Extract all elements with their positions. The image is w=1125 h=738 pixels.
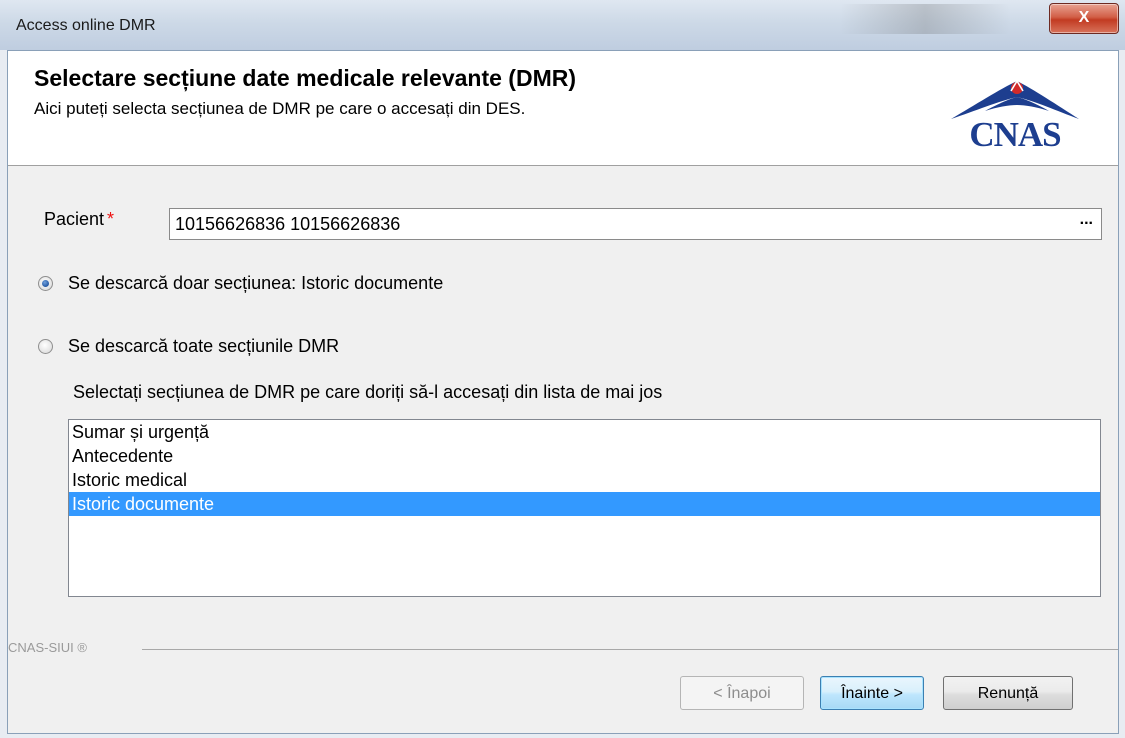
wizard-header: Selectare secțiune date medicale relevan… bbox=[8, 51, 1118, 166]
required-mark: * bbox=[107, 209, 115, 229]
list-item-medical-history[interactable]: Istoric medical bbox=[69, 468, 1100, 492]
footer-brand: CNAS-SIUI ® bbox=[8, 640, 87, 655]
window-title: Access online DMR bbox=[16, 17, 156, 34]
browse-patient-button[interactable]: ... bbox=[1080, 211, 1093, 229]
radio-download-history[interactable] bbox=[38, 276, 53, 291]
list-item-document-history[interactable]: Istoric documente bbox=[69, 492, 1100, 516]
list-caption: Selectați secțiunea de DMR pe care doriț… bbox=[73, 382, 663, 402]
option-download-history-label: Se descarcă doar secțiunea: Istoric docu… bbox=[68, 273, 444, 293]
section-listbox[interactable]: Sumar și urgență Antecedente Istoric med… bbox=[68, 419, 1101, 597]
list-item-antecedents[interactable]: Antecedente bbox=[69, 444, 1100, 468]
logo-text: CNAS bbox=[969, 115, 1061, 154]
close-icon: X bbox=[1078, 9, 1090, 26]
wizard-dialog: Selectare secțiune date medicale relevan… bbox=[7, 50, 1119, 734]
cnas-logo: CNAS bbox=[945, 75, 1095, 154]
list-item-summary[interactable]: Sumar și urgență bbox=[69, 420, 1100, 444]
titlebar-background-shade bbox=[840, 4, 1010, 34]
patient-label: Pacient * bbox=[44, 209, 114, 230]
patient-field[interactable]: 10156626836 10156626836 ... bbox=[169, 208, 1102, 240]
window-titlebar: Access online DMR X bbox=[0, 0, 1125, 50]
cancel-button[interactable]: Renunță bbox=[943, 676, 1073, 710]
page-subtitle: Aici puteți selecta secțiunea de DMR pe … bbox=[34, 99, 526, 118]
option-download-all-label: Se descarcă toate secțiunile DMR bbox=[68, 336, 340, 356]
patient-label-text: Pacient bbox=[44, 209, 105, 229]
back-button[interactable]: < Înapoi bbox=[680, 676, 804, 710]
patient-value: 10156626836 10156626836 bbox=[175, 214, 401, 234]
close-button[interactable]: X bbox=[1049, 3, 1119, 34]
radio-download-all[interactable] bbox=[38, 339, 53, 354]
footer-divider bbox=[142, 649, 1118, 650]
page-title: Selectare secțiune date medicale relevan… bbox=[34, 65, 577, 91]
next-button[interactable]: Înainte > bbox=[820, 676, 924, 710]
